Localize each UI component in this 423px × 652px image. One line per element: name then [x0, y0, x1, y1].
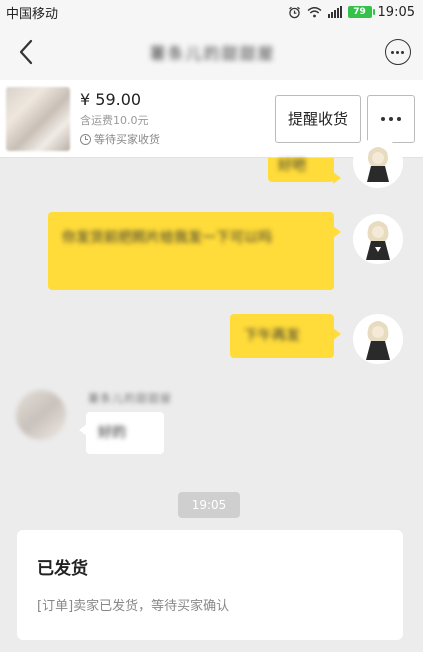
message-text: 好吧 — [278, 158, 306, 174]
message-bubble-sent[interactable]: 下午再发 — [230, 314, 341, 358]
product-info: ¥ 59.00 含运费10.0元 等待买家收货 — [80, 90, 275, 147]
dot-icon — [381, 116, 385, 121]
order-shipped-card[interactable]: 已发货 [订单]卖家已发货，等待买家确认 — [17, 530, 403, 640]
signal-icon — [327, 6, 342, 18]
shipped-description: [订单]卖家已发货，等待买家确认 — [37, 599, 230, 614]
shipped-title: 已发货 — [37, 559, 88, 579]
timestamp-divider: 19:05 — [178, 492, 240, 518]
message-text: 好的 — [98, 425, 126, 441]
more-options-button[interactable] — [384, 39, 411, 65]
product-shipping: 含运费10.0元 — [80, 114, 149, 127]
avatar-girl-icon — [353, 314, 403, 364]
product-more-button[interactable] — [367, 94, 415, 143]
avatar-buyer[interactable] — [353, 314, 403, 364]
product-thumbnail[interactable] — [6, 86, 70, 151]
avatar-girl-icon — [353, 138, 403, 188]
carrier-name: 中国移动 — [6, 6, 59, 22]
clock-icon — [80, 133, 91, 145]
message-bubble-sent[interactable]: 你发货前把照片给我发一下可以吗 — [48, 212, 341, 290]
dot-icon — [391, 50, 395, 54]
message-bubble-received[interactable]: 好的 — [79, 412, 164, 454]
avatar-seller[interactable] — [16, 390, 66, 440]
avatar-buyer[interactable] — [353, 214, 403, 264]
chevron-left-icon — [19, 39, 33, 65]
message-bubble-sent[interactable]: 好吧 — [268, 158, 341, 184]
seller-name: 薯条儿的甜甜屋 — [88, 392, 172, 405]
status-icons: 79 19:05 — [288, 5, 415, 20]
order-status-label: 等待买家收货 — [94, 133, 160, 146]
back-button[interactable] — [12, 38, 40, 66]
status-bar: 中国移动 79 19:05 — [0, 0, 423, 24]
product-price: ¥ 59.00 — [80, 90, 142, 109]
alarm-icon — [288, 6, 300, 18]
avatar-buyer[interactable] — [353, 138, 403, 188]
order-status: 等待买家收货 — [80, 131, 275, 147]
battery-level: 79 — [353, 7, 366, 17]
page-title: 薯条儿的甜甜屋 — [149, 44, 276, 63]
battery-icon: 79 — [347, 6, 375, 18]
dot-icon — [389, 116, 393, 121]
dot-icon — [401, 50, 405, 54]
dot-icon — [397, 116, 401, 121]
avatar-girl-icon — [353, 214, 403, 264]
clock-time: 19:05 — [377, 4, 415, 20]
wifi-icon — [307, 7, 321, 18]
message-text: 下午再发 — [244, 328, 300, 344]
dot-icon — [396, 50, 400, 54]
message-text: 你发货前把照片给我发一下可以吗 — [62, 230, 272, 246]
nav-bar: 薯条儿的甜甜屋 — [0, 24, 423, 80]
remind-receipt-button[interactable]: 提醒收货 — [275, 94, 361, 143]
